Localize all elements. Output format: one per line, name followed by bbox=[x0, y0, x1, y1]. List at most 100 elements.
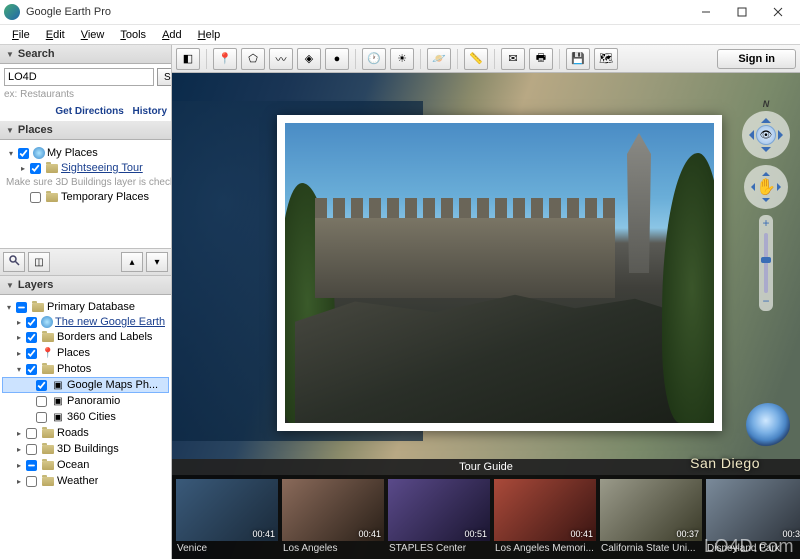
toolbar-sidebar-toggle[interactable]: ◧ bbox=[176, 48, 200, 70]
window-minimize-button[interactable] bbox=[688, 0, 724, 24]
menu-file[interactable]: File bbox=[4, 27, 38, 43]
pan-left-button[interactable] bbox=[747, 183, 755, 191]
toolbar-image-overlay-button[interactable]: ◈ bbox=[297, 48, 321, 70]
tour-item[interactable]: 00:41Los Angeles bbox=[282, 479, 384, 556]
layers-item[interactable]: ▣360 Cities bbox=[2, 409, 169, 425]
tree-checkbox[interactable] bbox=[36, 380, 47, 391]
map-viewport[interactable]: N 👁 ✋ + − bbox=[172, 73, 800, 559]
layers-item[interactable]: ▸Borders and Labels bbox=[2, 329, 169, 345]
toolbar-record-tour-button[interactable]: ● bbox=[325, 48, 349, 70]
tree-checkbox[interactable] bbox=[30, 163, 41, 174]
sign-in-button[interactable]: Sign in bbox=[717, 49, 796, 69]
toolbar-ruler-button[interactable]: 📏 bbox=[464, 48, 488, 70]
tree-checkbox[interactable] bbox=[26, 364, 37, 375]
toolbar-planet-button[interactable]: 🪐 bbox=[427, 48, 451, 70]
look-reset-button[interactable]: 👁 bbox=[756, 125, 776, 145]
tree-checkbox[interactable] bbox=[16, 302, 27, 313]
places-item[interactable]: Make sure 3D Buildings layer is checked bbox=[4, 176, 167, 189]
menu-view[interactable]: View bbox=[73, 27, 113, 43]
get-directions-link[interactable]: Get Directions bbox=[55, 106, 123, 117]
toolbar-polygon-button[interactable]: ⬠ bbox=[241, 48, 265, 70]
layers-panel-header[interactable]: ▼Layers bbox=[0, 276, 171, 295]
zoom-out-button[interactable]: − bbox=[760, 296, 772, 308]
pan-down-button[interactable] bbox=[762, 198, 770, 206]
toolbar-placemark-button[interactable]: 📍 bbox=[213, 48, 237, 70]
tree-checkbox[interactable] bbox=[26, 460, 37, 471]
tour-item[interactable]: 00:41Venice bbox=[176, 479, 278, 556]
layers-item[interactable]: ▣Panoramio bbox=[2, 393, 169, 409]
places-down-button[interactable]: ▾ bbox=[146, 252, 168, 272]
window-maximize-button[interactable] bbox=[724, 0, 760, 24]
look-up-button[interactable] bbox=[761, 113, 771, 123]
layers-item[interactable]: ▸Ocean bbox=[2, 457, 169, 473]
places-item[interactable]: ▾My Places bbox=[4, 146, 167, 160]
zoom-slider[interactable] bbox=[764, 233, 768, 293]
tree-checkbox[interactable] bbox=[18, 148, 29, 159]
places-panel-header[interactable]: ▼Places bbox=[0, 121, 171, 140]
search-button[interactable]: Search bbox=[157, 68, 172, 86]
toolbar-view-maps-button[interactable]: 🗺 bbox=[594, 48, 618, 70]
toolbar-save-image-button[interactable]: 💾 bbox=[566, 48, 590, 70]
toolbar-sunlight-button[interactable]: ☀ bbox=[390, 48, 414, 70]
tree-toggle-icon[interactable]: ▾ bbox=[4, 303, 14, 312]
history-link[interactable]: History bbox=[133, 106, 167, 117]
look-right-button[interactable] bbox=[778, 130, 788, 140]
window-close-button[interactable] bbox=[760, 0, 796, 24]
places-split-button[interactable]: ◫ bbox=[28, 252, 50, 272]
look-left-button[interactable] bbox=[744, 130, 754, 140]
tree-toggle-icon[interactable]: ▸ bbox=[14, 333, 24, 342]
tree-toggle-icon[interactable]: ▾ bbox=[14, 365, 24, 374]
tree-toggle-icon[interactable]: ▸ bbox=[14, 477, 24, 486]
places-up-button[interactable]: ▴ bbox=[121, 252, 143, 272]
toolbar-historical-button[interactable]: 🕐 bbox=[362, 48, 386, 70]
layers-item[interactable]: ▾Primary Database bbox=[2, 299, 169, 315]
tree-checkbox[interactable] bbox=[26, 317, 37, 328]
tree-toggle-icon[interactable]: ▸ bbox=[14, 461, 24, 470]
toolbar-print-button[interactable]: 🖶 bbox=[529, 48, 553, 70]
toolbar-path-button[interactable]: 〰 bbox=[269, 48, 293, 70]
pan-up-button[interactable] bbox=[762, 168, 770, 176]
layers-item[interactable]: ▸Weather bbox=[2, 473, 169, 489]
tour-item[interactable]: 00:41Los Angeles Memori... bbox=[494, 479, 596, 556]
tree-checkbox[interactable] bbox=[26, 428, 37, 439]
tour-strip[interactable]: 00:41Venice00:41Los Angeles00:51STAPLES … bbox=[172, 475, 800, 556]
layers-item[interactable]: ▸Roads bbox=[2, 425, 169, 441]
tree-checkbox[interactable] bbox=[26, 444, 37, 455]
tree-toggle-icon[interactable]: ▸ bbox=[14, 445, 24, 454]
tree-toggle-icon[interactable]: ▸ bbox=[14, 349, 24, 358]
overview-map-button[interactable] bbox=[746, 403, 790, 447]
layers-item[interactable]: ▸3D Buildings bbox=[2, 441, 169, 457]
look-down-button[interactable] bbox=[761, 147, 771, 157]
pan-center-button[interactable]: ✋ bbox=[756, 177, 776, 197]
tree-toggle-icon[interactable]: ▸ bbox=[14, 429, 24, 438]
tree-toggle-icon[interactable]: ▾ bbox=[6, 149, 16, 158]
tree-checkbox[interactable] bbox=[36, 396, 47, 407]
zoom-in-button[interactable]: + bbox=[760, 218, 772, 230]
menu-add[interactable]: Add bbox=[154, 27, 190, 43]
tree-toggle-icon[interactable]: ▸ bbox=[14, 318, 24, 327]
pan-right-button[interactable] bbox=[777, 183, 785, 191]
tour-item[interactable]: 00:37California State Uni... bbox=[600, 479, 702, 556]
tree-toggle-icon[interactable]: ▸ bbox=[18, 164, 28, 173]
tour-item[interactable]: 00:39Disneyland Park bbox=[706, 479, 800, 556]
zoom-thumb[interactable] bbox=[761, 257, 771, 263]
tree-checkbox[interactable] bbox=[36, 412, 47, 423]
search-input[interactable] bbox=[4, 68, 154, 86]
places-item[interactable]: Temporary Places bbox=[4, 189, 167, 205]
menu-tools[interactable]: Tools bbox=[112, 27, 154, 43]
tree-label[interactable]: The new Google Earth bbox=[55, 316, 165, 328]
tree-checkbox[interactable] bbox=[26, 476, 37, 487]
tree-checkbox[interactable] bbox=[26, 332, 37, 343]
tree-checkbox[interactable] bbox=[30, 192, 41, 203]
layers-item[interactable]: ▣Google Maps Ph... bbox=[2, 377, 169, 393]
layers-item[interactable]: ▸📍Places bbox=[2, 345, 169, 361]
places-find-button[interactable] bbox=[3, 252, 25, 272]
menu-help[interactable]: Help bbox=[190, 27, 229, 43]
tour-item[interactable]: 00:51STAPLES Center bbox=[388, 479, 490, 556]
search-panel-header[interactable]: ▼Search bbox=[0, 45, 171, 64]
places-item[interactable]: ▸ Sightseeing Tour bbox=[4, 160, 167, 176]
tree-label[interactable]: Sightseeing Tour bbox=[61, 162, 143, 174]
layers-item[interactable]: ▾Photos bbox=[2, 361, 169, 377]
tree-checkbox[interactable] bbox=[26, 348, 37, 359]
toolbar-email-button[interactable]: ✉ bbox=[501, 48, 525, 70]
